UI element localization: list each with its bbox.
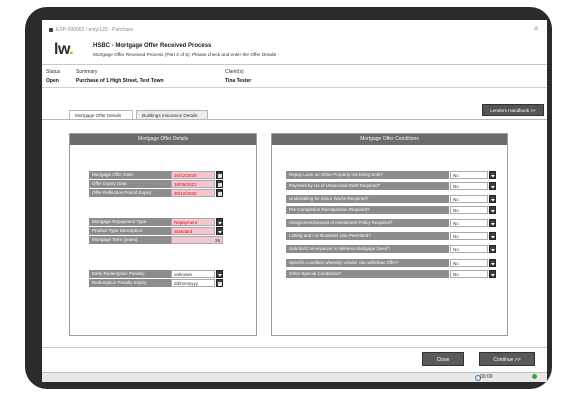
- continue-button[interactable]: Continue >>: [479, 352, 535, 366]
- condition-label: Pre-Completion Reinspection Required?: [286, 206, 449, 214]
- condition-select[interactable]: No: [450, 182, 488, 190]
- chevron-down-icon[interactable]: [489, 171, 496, 179]
- close-window-icon[interactable]: ✕: [533, 25, 539, 33]
- repayment-type-label: Mortgage Repayment Type:: [89, 218, 171, 226]
- tab-divider: [42, 119, 547, 120]
- panel-header-conditions: Mortgage Offer Conditions: [272, 134, 507, 145]
- condition-select[interactable]: No: [450, 219, 488, 227]
- chevron-down-icon[interactable]: [216, 227, 223, 235]
- term-field[interactable]: 25: [171, 236, 223, 244]
- info-divider: [42, 87, 547, 88]
- offer-date-label: Mortgage Offer Date:: [89, 171, 171, 179]
- condition-select[interactable]: No: [450, 232, 488, 240]
- logo-accent: .: [69, 41, 74, 58]
- calendar-icon[interactable]: [216, 189, 223, 197]
- status-block: Status Open: [46, 68, 60, 86]
- summary-label: Summary: [76, 69, 98, 75]
- breadcrumb: EXP-000002 / enty/123 - Purchase: [49, 27, 133, 33]
- chevron-down-icon[interactable]: [489, 206, 496, 214]
- condition-label: Repay Loan on Other Property not being S…: [286, 171, 449, 179]
- reflection-expiry-label: Offer Reflection Period Expiry:: [89, 189, 171, 197]
- status-label: Status: [46, 69, 61, 75]
- expiry-date-label: Offer Expiry Date:: [89, 180, 171, 188]
- redemption-expiry-field[interactable]: dd/mm/yyyy: [171, 279, 215, 287]
- calendar-icon[interactable]: [216, 279, 223, 287]
- product-type-select[interactable]: Standard: [171, 227, 215, 235]
- condition-select[interactable]: No: [450, 259, 488, 267]
- chevron-down-icon[interactable]: [489, 245, 496, 253]
- reflection-expiry-field[interactable]: 30/12/2020: [171, 189, 215, 197]
- footer-divider: [42, 347, 547, 348]
- chevron-down-icon[interactable]: [489, 270, 496, 278]
- condition-select[interactable]: No: [450, 270, 488, 278]
- condition-select[interactable]: No: [450, 171, 488, 179]
- close-button[interactable]: Close: [422, 352, 464, 366]
- calendar-icon[interactable]: [216, 171, 223, 179]
- status-ok-icon: [532, 374, 537, 379]
- condition-label: Solicitor/Conveyancer to Witness Mortgag…: [286, 245, 449, 253]
- early-redemption-select[interactable]: unknown: [171, 270, 215, 278]
- lenders-handbook-button[interactable]: Lenders Handbook >>: [482, 104, 544, 116]
- condition-label: Other Special Conditions?: [286, 270, 449, 278]
- app-icon: [49, 27, 53, 32]
- offer-date-field[interactable]: 16/12/2020: [171, 171, 215, 179]
- chevron-down-icon[interactable]: [216, 218, 223, 226]
- condition-label: Letting and / or Business Use Permitted?: [286, 232, 449, 240]
- term-label: Mortgage Term (years):: [89, 236, 171, 244]
- repayment-type-select[interactable]: Repayment: [171, 218, 215, 226]
- chevron-down-icon[interactable]: [489, 195, 496, 203]
- redemption-expiry-label: Redemption Penalty Expiry:: [89, 279, 171, 287]
- chevron-down-icon[interactable]: [216, 270, 223, 278]
- condition-label: Specific condition whereby Lender can wi…: [286, 259, 449, 267]
- condition-select[interactable]: No: [450, 195, 488, 203]
- condition-select[interactable]: No: [450, 206, 488, 214]
- chevron-down-icon[interactable]: [489, 219, 496, 227]
- condition-label: Payment by Us of Unsecured Debt Required…: [286, 182, 449, 190]
- panel-header-details: Mortgage Offer Details: [70, 134, 256, 145]
- product-type-label: Product Type Description:: [89, 227, 171, 235]
- client-label: Client(s): [225, 69, 244, 75]
- mortgage-offer-conditions-panel: Mortgage Offer Conditions Repay Loan on …: [271, 133, 508, 336]
- status-bar: [42, 372, 547, 382]
- client-block: Client(s) Tina Tester: [225, 68, 251, 86]
- expiry-date-field[interactable]: 16/06/2021: [171, 180, 215, 188]
- process-subtitle: Mortgage Offer Received Process (Part 2 …: [93, 52, 280, 57]
- process-title: HSBC - Mortgage Offer Received Process: [93, 43, 212, 49]
- condition-label: Assignment/Deposit of Investment Policy …: [286, 219, 449, 227]
- app-logo: lw.: [54, 41, 74, 59]
- timer-text: 00:00: [480, 374, 493, 380]
- chevron-down-icon[interactable]: [489, 259, 496, 267]
- summary-value: Purchase of 1 High Street, Test Town: [76, 78, 164, 84]
- breadcrumb-text: EXP-000002 / enty/123 - Purchase: [56, 27, 134, 33]
- condition-select[interactable]: No: [450, 245, 488, 253]
- process-window: EXP-000002 / enty/123 - Purchase ✕ lw. H…: [42, 20, 547, 382]
- condition-label: Undertaking for Minor Works Required?: [286, 195, 449, 203]
- chevron-down-icon[interactable]: [489, 182, 496, 190]
- logo-text: lw: [54, 41, 70, 58]
- status-value: Open: [46, 78, 59, 84]
- early-redemption-label: Early Redemption Penalty:: [89, 270, 171, 278]
- client-value: Tina Tester: [225, 78, 252, 84]
- calendar-icon[interactable]: [216, 180, 223, 188]
- mortgage-offer-details-panel: Mortgage Offer Details Mortgage Offer Da…: [69, 133, 257, 336]
- chevron-down-icon[interactable]: [489, 232, 496, 240]
- header-divider: [42, 64, 547, 65]
- summary-block: Summary Purchase of 1 High Street, Test …: [76, 68, 164, 86]
